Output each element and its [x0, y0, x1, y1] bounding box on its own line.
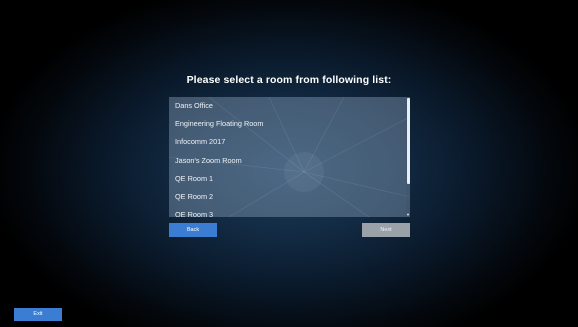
room-items: Dans Office Engineering Floating Room In…	[169, 97, 404, 217]
back-button[interactable]: Back	[169, 223, 217, 237]
room-item-qe-room-3[interactable]: QE Room 3	[169, 206, 404, 217]
room-item-dans-office[interactable]: Dans Office	[169, 97, 404, 115]
room-item-jasons-zoom-room[interactable]: Jason's Zoom Room	[169, 152, 404, 170]
next-button[interactable]: Next	[362, 223, 410, 237]
scrollbar-thumb[interactable]	[407, 98, 410, 184]
room-item-qe-room-1[interactable]: QE Room 1	[169, 170, 404, 188]
room-selection-screen: Please select a room from following list…	[0, 0, 578, 327]
room-list-scrollbar[interactable]: ▼	[406, 97, 410, 217]
room-item-infocomm-2017[interactable]: Infocomm 2017	[169, 133, 404, 151]
room-item-engineering-floating-room[interactable]: Engineering Floating Room	[169, 115, 404, 133]
scroll-down-arrow-icon[interactable]: ▼	[406, 213, 410, 217]
exit-button[interactable]: Exit	[14, 308, 62, 321]
room-item-qe-room-2[interactable]: QE Room 2	[169, 188, 404, 206]
page-title: Please select a room from following list…	[186, 74, 392, 86]
room-list[interactable]: Dans Office Engineering Floating Room In…	[169, 97, 410, 217]
